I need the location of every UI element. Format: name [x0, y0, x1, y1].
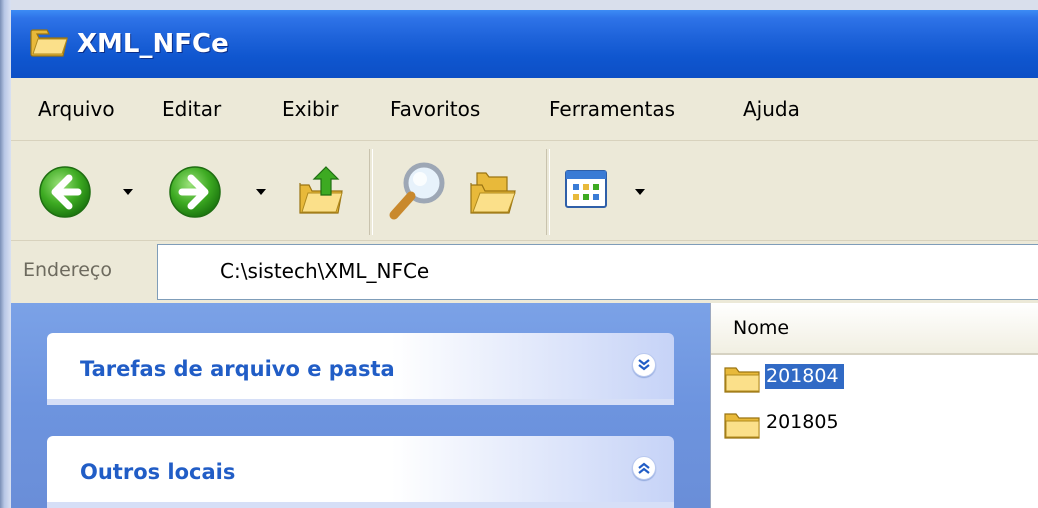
column-header-name[interactable]: Nome	[711, 303, 1038, 355]
panel-title: Outros locais	[80, 460, 236, 484]
panel-bottom-edge	[47, 399, 674, 405]
window-left-border	[0, 0, 11, 508]
title-bar[interactable]: XML_NFCe	[11, 10, 1038, 78]
menu-bar: Arquivo Editar Exibir Favoritos Ferramen…	[11, 78, 1038, 141]
back-arrow-icon	[38, 166, 92, 223]
up-folder-icon	[296, 166, 350, 223]
menu-editar[interactable]: Editar	[162, 97, 221, 121]
file-list: Nome 201804 201805	[710, 303, 1038, 508]
toolbar-separator	[546, 149, 550, 235]
list-item[interactable]: 201804	[723, 361, 873, 393]
address-value: C:\sistech\XML_NFCe	[220, 259, 430, 283]
address-label: Endereço	[23, 259, 112, 281]
up-folder-button[interactable]	[296, 163, 350, 223]
panel-body	[47, 502, 674, 508]
back-button[interactable]	[38, 165, 92, 223]
menu-ajuda[interactable]: Ajuda	[743, 97, 800, 121]
file-name: 201805	[766, 411, 839, 433]
task-pane: Tarefas de arquivo e pasta Outros locais	[11, 303, 710, 508]
desktop-strip	[0, 0, 1038, 10]
search-button[interactable]	[386, 157, 452, 227]
views-icon	[564, 170, 610, 215]
folders-icon	[467, 172, 523, 223]
toolbar-separator	[369, 149, 373, 235]
address-bar: Endereço C:\sistech\XML_NFCe	[11, 241, 1038, 303]
column-label: Nome	[733, 317, 790, 339]
search-icon	[386, 162, 452, 227]
folders-button[interactable]	[467, 165, 523, 223]
back-dropdown-caret[interactable]	[123, 189, 133, 195]
toolbar	[11, 141, 1038, 241]
explorer-window: XML_NFCe Arquivo Editar Exibir Favoritos…	[0, 0, 1038, 508]
address-input[interactable]: C:\sistech\XML_NFCe	[157, 244, 1038, 300]
chevron-up-icon[interactable]	[632, 456, 656, 480]
panel-title: Tarefas de arquivo e pasta	[80, 357, 395, 381]
menu-favoritos[interactable]: Favoritos	[390, 97, 480, 121]
window-title: XML_NFCe	[77, 29, 229, 59]
views-dropdown-caret[interactable]	[635, 189, 645, 195]
menu-exibir[interactable]: Exibir	[282, 97, 339, 121]
chevron-down-icon[interactable]	[632, 353, 656, 377]
panel-file-folder-tasks[interactable]: Tarefas de arquivo e pasta	[47, 333, 674, 399]
list-item[interactable]: 201805	[723, 407, 873, 439]
menu-arquivo[interactable]: Arquivo	[38, 97, 115, 121]
forward-arrow-icon	[168, 166, 222, 223]
forward-button[interactable]	[168, 165, 222, 223]
file-name: 201804	[765, 364, 844, 389]
views-button[interactable]	[564, 169, 610, 215]
forward-dropdown-caret[interactable]	[256, 189, 266, 195]
menu-ferramentas[interactable]: Ferramentas	[549, 97, 675, 121]
folder-icon	[29, 24, 69, 62]
folder-icon	[723, 410, 763, 444]
folder-icon	[723, 364, 763, 398]
panel-other-places[interactable]: Outros locais	[47, 436, 674, 502]
